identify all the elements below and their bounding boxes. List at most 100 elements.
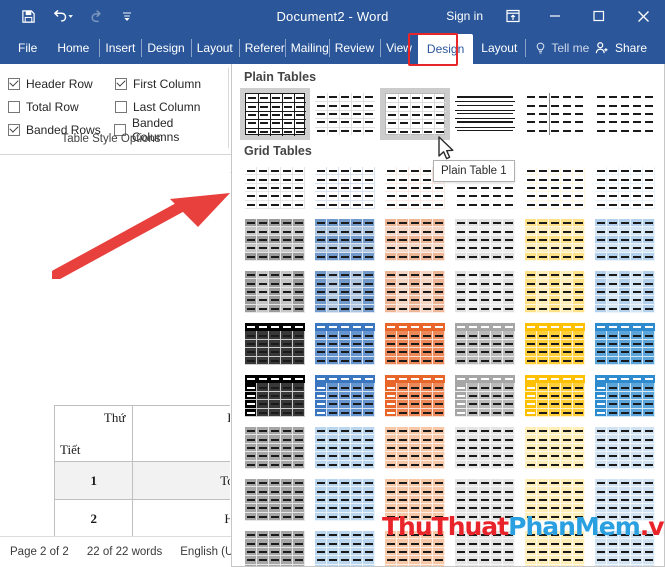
tab-insert[interactable]: Insert bbox=[99, 32, 141, 64]
close-icon[interactable] bbox=[621, 0, 665, 32]
gallery-item-grid-1-5[interactable] bbox=[520, 162, 590, 214]
gallery-item-grid-3-6[interactable] bbox=[590, 266, 660, 318]
gallery-item-grid-3-5[interactable] bbox=[520, 266, 590, 318]
gallery-item-grid-6-5[interactable] bbox=[520, 422, 590, 474]
thumbnail-text-mark bbox=[411, 299, 419, 302]
tab-table-design[interactable]: Design bbox=[417, 34, 474, 64]
tab-references[interactable]: Referer bbox=[238, 32, 285, 64]
gallery-item-grid-4-6[interactable] bbox=[590, 318, 660, 370]
gallery-item-grid-2-2[interactable] bbox=[310, 214, 380, 266]
gallery-item-grid-2-4[interactable] bbox=[450, 214, 520, 266]
gallery-item-grid-1-6[interactable] bbox=[590, 162, 660, 214]
thumbnail-text-mark bbox=[633, 170, 641, 173]
checkbox-last-column[interactable]: Last Column bbox=[115, 100, 200, 114]
gallery-item-grid-7-4[interactable] bbox=[450, 474, 520, 526]
thumbnail-text-mark bbox=[341, 96, 349, 99]
gallery-item-plain-6[interactable] bbox=[590, 88, 660, 140]
table-row[interactable]: 1 Toán bbox=[53, 461, 230, 500]
thumbnail-text-mark bbox=[481, 203, 489, 206]
gallery-item-grid-3-1[interactable] bbox=[240, 266, 310, 318]
thumbnail-text-mark bbox=[387, 178, 395, 181]
gallery-item-grid-1-2[interactable] bbox=[310, 162, 380, 214]
gallery-item-grid-6-4[interactable] bbox=[450, 422, 520, 474]
gallery-item-grid-6-3[interactable] bbox=[380, 422, 450, 474]
gallery-item-grid-3-3[interactable] bbox=[380, 266, 450, 318]
minimize-icon[interactable] bbox=[533, 0, 577, 32]
tab-home[interactable]: Home bbox=[47, 32, 99, 64]
gallery-item-grid-5-4[interactable] bbox=[450, 370, 520, 422]
gallery-item-grid-2-3[interactable] bbox=[380, 214, 450, 266]
gallery-item-grid-4-4[interactable] bbox=[450, 318, 520, 370]
thumbnail-text-mark bbox=[563, 499, 571, 501]
gallery-item-grid-1-1[interactable] bbox=[240, 162, 310, 214]
header-cell-day-period[interactable]: Thứ Tiết bbox=[53, 405, 134, 462]
thumbnail-text-mark bbox=[353, 359, 361, 362]
table-header-row[interactable]: Thứ Tiết Hai bbox=[53, 405, 230, 462]
gallery-item-grid-5-3[interactable] bbox=[380, 370, 450, 422]
gallery-item-plain-5[interactable] bbox=[520, 88, 590, 140]
gallery-item-grid-5-2[interactable] bbox=[310, 370, 380, 422]
word-count[interactable]: 22 of 22 words bbox=[87, 546, 162, 558]
header-cell-hai[interactable]: Hai bbox=[132, 405, 230, 462]
tab-mailings[interactable]: Mailing bbox=[284, 32, 329, 64]
checkbox-first-column[interactable]: First Column bbox=[115, 77, 201, 91]
thumbnail-text-mark bbox=[645, 403, 653, 406]
schedule-table[interactable]: Thứ Tiết Hai 1 Toán 2 Hóa 3 Địa 4 bbox=[53, 405, 230, 536]
gallery-item-grid-3-2[interactable] bbox=[310, 266, 380, 318]
ribbon-display-options-icon[interactable] bbox=[493, 0, 533, 32]
share-button[interactable]: Share bbox=[585, 32, 657, 64]
gallery-item-grid-7-1[interactable] bbox=[240, 474, 310, 526]
gallery-item-grid-7-6[interactable] bbox=[590, 474, 660, 526]
gallery-item-grid-8-5[interactable] bbox=[520, 526, 590, 566]
table-styles-gallery[interactable]: Plain Tables Grid Tables bbox=[231, 64, 665, 567]
checkbox-total-row[interactable]: Total Row bbox=[8, 100, 115, 114]
tab-view[interactable]: View bbox=[380, 32, 418, 64]
gallery-item-grid-4-2[interactable] bbox=[310, 318, 380, 370]
language-indicator[interactable]: English (U bbox=[180, 546, 233, 558]
gallery-item-grid-5-6[interactable] bbox=[590, 370, 660, 422]
gallery-item-grid-3-4[interactable] bbox=[450, 266, 520, 318]
thumbnail-text-mark bbox=[329, 299, 337, 302]
gallery-item-grid-8-3[interactable] bbox=[380, 526, 450, 566]
thumbnail-text-mark bbox=[283, 411, 291, 414]
thumbnail-text-mark bbox=[469, 299, 477, 302]
thumbnail-text-mark bbox=[399, 455, 407, 458]
gallery-item-grid-7-5[interactable] bbox=[520, 474, 590, 526]
tab-layout[interactable]: Layout bbox=[190, 32, 239, 64]
maximize-icon[interactable] bbox=[577, 0, 621, 32]
gallery-item-grid-2-5[interactable] bbox=[520, 214, 590, 266]
sign-in-button[interactable]: Sign in bbox=[436, 9, 493, 23]
gallery-item-grid-8-4[interactable] bbox=[450, 526, 520, 566]
gallery-item-grid-5-1[interactable] bbox=[240, 370, 310, 422]
gallery-item-grid-4-5[interactable] bbox=[520, 318, 590, 370]
gallery-item-grid-6-1[interactable] bbox=[240, 422, 310, 474]
page-indicator[interactable]: Page 2 of 2 bbox=[10, 546, 69, 558]
gallery-item-grid-8-6[interactable] bbox=[590, 526, 660, 566]
thumbnail-text-mark bbox=[272, 122, 280, 125]
gallery-item-grid-7-3[interactable] bbox=[380, 474, 450, 526]
gallery-item-plain-1[interactable] bbox=[240, 88, 310, 140]
gallery-item-plain-2[interactable] bbox=[310, 88, 380, 140]
thumbnail-text-mark bbox=[551, 559, 559, 562]
gallery-item-grid-6-6[interactable] bbox=[590, 422, 660, 474]
gallery-item-grid-4-3[interactable] bbox=[380, 318, 450, 370]
gallery-item-grid-4-1[interactable] bbox=[240, 318, 310, 370]
gallery-item-grid-6-2[interactable] bbox=[310, 422, 380, 474]
tab-table-layout[interactable]: Layout bbox=[473, 32, 525, 64]
gallery-item-grid-5-5[interactable] bbox=[520, 370, 590, 422]
gallery-item-grid-8-1[interactable] bbox=[240, 526, 310, 566]
gallery-item-grid-7-2[interactable] bbox=[310, 474, 380, 526]
gallery-item-plain-3[interactable] bbox=[380, 88, 450, 140]
gallery-item-grid-2-1[interactable] bbox=[240, 214, 310, 266]
thumbnail-text-mark bbox=[597, 490, 605, 493]
thumbnail-text-mark bbox=[317, 129, 325, 132]
gallery-item-grid-8-2[interactable] bbox=[310, 526, 380, 566]
table-row[interactable]: 2 Hóa bbox=[53, 499, 230, 536]
gallery-item-grid-2-6[interactable] bbox=[590, 214, 660, 266]
tab-file[interactable]: File bbox=[0, 32, 47, 64]
gallery-item-plain-4[interactable] bbox=[450, 88, 520, 140]
tab-review[interactable]: Review bbox=[328, 32, 380, 64]
checkbox-header-row[interactable]: Header Row bbox=[8, 77, 115, 91]
tab-design[interactable]: Design bbox=[141, 32, 190, 64]
document-page[interactable]: Thứ Tiết Hai 1 Toán 2 Hóa 3 Địa 4 bbox=[21, 329, 230, 536]
